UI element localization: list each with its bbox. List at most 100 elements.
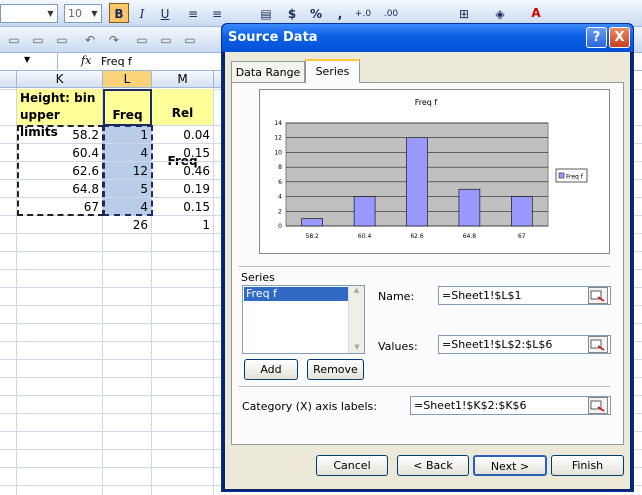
cell-l-total[interactable]: 26: [103, 216, 152, 234]
tab-data-range[interactable]: Data Range: [231, 61, 305, 83]
toolbar-icon[interactable]: ↶: [80, 30, 100, 50]
y-tick-label: 6: [278, 179, 282, 186]
series-group-label: Series: [241, 271, 275, 284]
toolbar-icon[interactable]: ▭: [4, 30, 24, 50]
chevron-down-icon: ▼: [91, 9, 98, 18]
column-header-k[interactable]: K: [17, 71, 103, 88]
copy-marquee-k: [17, 125, 104, 216]
tab-join: [306, 81, 359, 84]
legend-swatch: [558, 172, 565, 179]
dialog-title: Source Data: [228, 30, 318, 45]
merge-center-icon[interactable]: ▤: [256, 4, 276, 24]
bold-button[interactable]: B: [109, 3, 129, 23]
name-box[interactable]: ▼: [0, 53, 58, 70]
underline-button[interactable]: U: [155, 4, 175, 24]
align-left-icon[interactable]: ≡: [183, 4, 203, 24]
tab-series[interactable]: Series: [305, 59, 360, 83]
toolbar-icon[interactable]: ▭: [156, 30, 176, 50]
y-tick-label: 12: [274, 135, 282, 142]
italic-button[interactable]: I: [132, 4, 152, 24]
chart-preview: Freq f 0 2 4 6 8 10 12 14 58.2 60.4 62.6 64.8 67 Fr…: [259, 89, 610, 254]
comma-button[interactable]: ,: [330, 4, 350, 24]
bar: [458, 188, 481, 227]
borders-icon[interactable]: ⊞: [454, 4, 474, 24]
chevron-down-icon: ▼: [24, 55, 31, 64]
y-tick-label: 14: [274, 120, 282, 127]
collapse-dialog-icon[interactable]: [588, 397, 608, 414]
cancel-button[interactable]: Cancel: [316, 455, 388, 476]
chevron-down-icon: ▼: [47, 9, 54, 18]
cell-m1[interactable]: Rel Freq: [152, 89, 214, 168]
scrollbar[interactable]: ▲ ▼: [348, 286, 364, 353]
column-header-m[interactable]: M: [152, 71, 214, 88]
decrease-decimal-button[interactable]: .00: [378, 4, 404, 24]
cell-m-total[interactable]: 1: [152, 216, 214, 234]
bar: [353, 196, 376, 227]
font-name-combo[interactable]: ▼: [0, 4, 58, 23]
y-tick-label: 10: [274, 149, 282, 156]
column-header-l[interactable]: L: [103, 71, 152, 88]
toolbar-icon[interactable]: ▭: [132, 30, 152, 50]
cell-k1[interactable]: Height: bin upper limits: [17, 89, 103, 139]
next-button[interactable]: Next >: [473, 455, 547, 476]
toolbar-icon[interactable]: ↷: [104, 30, 124, 50]
collapse-dialog-icon[interactable]: [588, 287, 608, 304]
toolbar-icon[interactable]: ▭: [52, 30, 72, 50]
legend-label: Freq f: [566, 174, 584, 181]
scroll-up-icon[interactable]: ▲: [349, 286, 364, 294]
bar: [301, 218, 323, 227]
y-tick-label: 4: [278, 194, 282, 201]
dialog-title-bar[interactable]: Source Data: [222, 24, 633, 52]
values-label: Values:: [378, 340, 418, 353]
divider: [239, 386, 610, 387]
y-tick-label: 2: [278, 208, 282, 215]
remove-button[interactable]: Remove: [307, 359, 364, 380]
align-center-icon[interactable]: ≡: [207, 4, 227, 24]
add-button[interactable]: Add: [244, 359, 298, 380]
x-tick-label: 64.8: [463, 233, 477, 240]
currency-button[interactable]: $: [282, 4, 302, 24]
cell-m[interactable]: 0.15: [152, 198, 214, 216]
cell-m[interactable]: 0.19: [152, 180, 214, 198]
scroll-down-icon[interactable]: ▼: [349, 343, 365, 351]
function-icon[interactable]: fx: [81, 54, 91, 67]
formula-content[interactable]: Freq f: [101, 55, 132, 68]
y-tick-label: 8: [278, 164, 282, 171]
back-button[interactable]: < Back: [397, 455, 469, 476]
font-size-combo[interactable]: 10 ▼: [64, 4, 102, 23]
cell-m[interactable]: 0.15: [152, 144, 214, 162]
bar: [511, 196, 533, 227]
fill-color-icon[interactable]: ◈: [490, 4, 510, 24]
category-field[interactable]: =Sheet1!$K$2:$K$6: [410, 396, 611, 415]
x-tick-label: 62.6: [410, 233, 424, 240]
close-button[interactable]: X: [609, 27, 630, 48]
values-field[interactable]: =Sheet1!$L$2:$L$6: [438, 335, 611, 354]
toolbar-icon[interactable]: ▭: [28, 30, 48, 50]
copy-marquee-l: [103, 125, 153, 216]
series-list-item[interactable]: Freq f: [244, 287, 348, 301]
header-line: Height: bin: [20, 91, 96, 105]
category-label: Category (X) axis labels:: [242, 400, 377, 413]
font-color-icon[interactable]: A: [526, 3, 546, 23]
collapse-dialog-icon[interactable]: [588, 336, 608, 353]
help-button[interactable]: ?: [586, 27, 607, 48]
finish-button[interactable]: Finish: [551, 455, 624, 476]
cell-l1[interactable]: Freq f: [103, 89, 152, 170]
percent-button[interactable]: %: [306, 4, 326, 24]
x-tick-label: 67: [518, 233, 526, 240]
chart-title: Freq f: [415, 98, 438, 107]
increase-decimal-button[interactable]: +.0: [350, 4, 376, 24]
name-label: Name:: [378, 290, 415, 303]
cell-m[interactable]: 0.04: [152, 126, 214, 144]
divider: [239, 266, 610, 267]
cell-m[interactable]: 0.46: [152, 162, 214, 180]
series-listbox[interactable]: Freq f ▲ ▼: [242, 285, 365, 354]
x-tick-label: 60.4: [358, 233, 372, 240]
x-tick-label: 58.2: [306, 233, 320, 240]
bar: [406, 137, 428, 227]
name-field[interactable]: =Sheet1!$L$1: [438, 286, 611, 305]
font-size-value: 10: [68, 7, 82, 20]
y-tick-label: 0: [278, 223, 282, 230]
corner-header[interactable]: [0, 71, 17, 88]
toolbar-icon[interactable]: ▭: [180, 30, 200, 50]
